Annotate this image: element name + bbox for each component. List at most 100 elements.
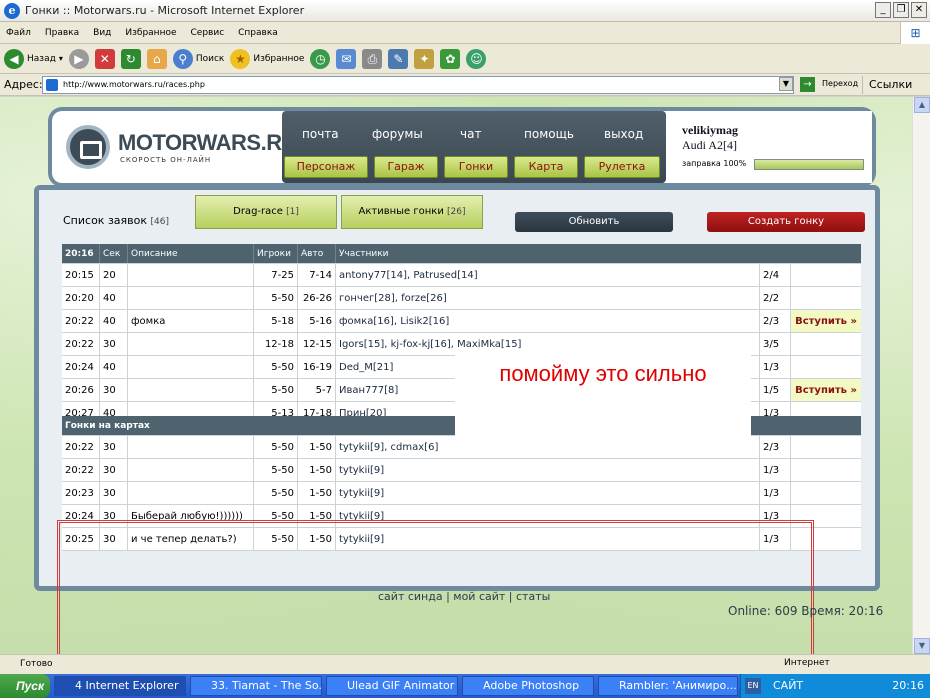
cell-participants[interactable]: tytykii[9]	[336, 505, 760, 527]
status-bar: Готово Интернет	[0, 654, 930, 674]
table-row: 20:23 30 5-50 1-50 tytykii[9] 1/3	[62, 482, 861, 505]
cell-sec: 20	[100, 264, 128, 286]
cell-time: 20:22	[62, 459, 100, 481]
user-name[interactable]: velikiymag	[682, 123, 738, 138]
task-tiamat[interactable]: 33. Tiamat - The So...	[190, 676, 322, 696]
nav-forums[interactable]: форумы	[372, 127, 423, 141]
footer-links[interactable]: сайт синда | мой сайт | статы	[378, 590, 550, 603]
stop-icon[interactable]: ✕	[94, 48, 115, 69]
menu-file[interactable]: Файл	[6, 28, 31, 38]
forward-arrow-icon[interactable]: ▶	[68, 48, 89, 69]
nav-help[interactable]: помощь	[524, 127, 574, 141]
fuel-bar-fill	[755, 160, 863, 169]
scroll-down-icon[interactable]: ▼	[914, 638, 930, 654]
user-car: Audi A2[4]	[682, 138, 737, 152]
refresh-icon[interactable]: ↻	[120, 48, 141, 69]
messenger-icon[interactable]: ☺	[466, 48, 487, 69]
cell-participants[interactable]: antony77[14], Patrused[14]	[336, 264, 760, 286]
security-zone: Интернет	[784, 658, 830, 668]
mail-icon[interactable]: ✉	[336, 48, 357, 69]
restore-icon[interactable]: ❐	[893, 2, 909, 18]
back-button[interactable]: ◀ Назад ▾	[4, 48, 63, 69]
nav-exit[interactable]: выход	[604, 127, 643, 141]
cell-participants[interactable]: tytykii[9]	[336, 459, 760, 481]
create-race-button[interactable]: Создать гонку	[707, 212, 865, 232]
cell-sec: 30	[100, 333, 128, 355]
go-arrow-icon[interactable]: →	[800, 77, 815, 92]
cell-players: 5-50	[254, 379, 298, 401]
address-input[interactable]: http://www.motorwars.ru/races.php	[42, 76, 794, 94]
cell-time: 20:23	[62, 482, 100, 504]
cell-time: 20:22	[62, 436, 100, 458]
task-photoshop[interactable]: Adobe Photoshop	[462, 676, 594, 696]
menu-favorites[interactable]: Избранное	[125, 28, 176, 38]
search-button[interactable]: ⚲ Поиск	[172, 48, 224, 69]
links-button[interactable]: Ссылки	[862, 76, 930, 94]
join-button[interactable]: Вступить »	[791, 379, 861, 401]
cell-participants[interactable]: гончег[28], forze[26]	[336, 287, 760, 309]
header-auto: Авто	[298, 244, 336, 263]
system-tray: EN САЙТ 20:16	[740, 674, 930, 698]
cell-time: 20:25	[62, 528, 100, 550]
minimize-icon[interactable]: _	[875, 2, 891, 18]
menu-bar: Файл Правка Вид Избранное Сервис Справка	[0, 22, 930, 44]
tab-active-races[interactable]: Активные гонки [26]	[341, 195, 483, 229]
back-dropdown-icon[interactable]: ▾	[59, 54, 63, 63]
ie-logo-icon: e	[4, 2, 20, 19]
cell-desc: Быберай любую!))))))	[128, 505, 254, 527]
refresh-button[interactable]: Обновить	[515, 212, 673, 232]
nav-map-button[interactable]: Карта	[514, 156, 578, 178]
cell-players: 5-50	[254, 436, 298, 458]
vertical-scrollbar[interactable]: ▲ ▼	[912, 97, 930, 654]
list-count: [46]	[150, 217, 169, 227]
task-rambler[interactable]: Rambler: 'Анимиро...	[598, 676, 738, 696]
history-icon[interactable]: ◷	[310, 48, 331, 69]
menu-view[interactable]: Вид	[93, 28, 111, 38]
favorites-button[interactable]: ★ Избранное	[230, 48, 304, 69]
print-icon[interactable]: ⎙	[362, 48, 383, 69]
task-gif-animator[interactable]: Ulead GIF Animator ...	[326, 676, 458, 696]
cell-count: 1/5	[760, 379, 791, 401]
cell-count: 2/3	[760, 310, 791, 332]
cell-desc	[128, 287, 254, 309]
cell-time: 20:26	[62, 379, 100, 401]
menu-tools[interactable]: Сервис	[191, 28, 225, 38]
icq-icon[interactable]: ✿	[440, 48, 461, 69]
table-row: 20:25 30 и че тепер делать?) 5-50 1-50 tytyki…	[62, 528, 861, 551]
star-icon: ★	[230, 48, 251, 69]
language-indicator[interactable]: EN	[745, 678, 761, 694]
go-button[interactable]: Переход	[822, 79, 858, 88]
menu-edit[interactable]: Правка	[45, 28, 79, 38]
nav-chat[interactable]: чат	[460, 127, 481, 141]
task-internet-explorer[interactable]: 4 Internet Explorer	[54, 676, 186, 696]
tab-drag-race[interactable]: Drag-race [1]	[195, 195, 337, 229]
back-label: Назад	[27, 53, 56, 64]
scroll-up-icon[interactable]: ▲	[914, 97, 930, 113]
cell-participants[interactable]: Igors[15], kj-fox-kj[16], MaxiMka[15]	[336, 333, 760, 355]
bookmark-icon[interactable]: ✦	[414, 48, 435, 69]
menu-help[interactable]: Справка	[238, 28, 278, 38]
table-row: 20:22 40 фомка 5-18 5-16 фомка[16], Lisik2[16…	[62, 310, 861, 333]
address-bar: Адрес: http://www.motorwars.ru/races.php…	[0, 74, 930, 96]
close-icon[interactable]: ✕	[911, 2, 927, 18]
home-icon[interactable]: ⌂	[146, 48, 167, 69]
nav-garage-button[interactable]: Гараж	[374, 156, 438, 178]
cell-players: 7-25	[254, 264, 298, 286]
site-logo[interactable]: MOTORWARS.RU	[118, 130, 297, 156]
cell-count: 2/2	[760, 287, 791, 309]
start-button[interactable]: Пуск	[0, 674, 50, 698]
cell-participants[interactable]: tytykii[9]	[336, 482, 760, 504]
join-button[interactable]: Вступить »	[791, 310, 861, 332]
edit-icon[interactable]: ✎	[388, 48, 409, 69]
nav-roulette-button[interactable]: Рулетка	[584, 156, 660, 178]
nav-races-button[interactable]: Гонки	[444, 156, 508, 178]
overlay-caption-box: помойму это сильно	[455, 355, 751, 450]
nav-mail[interactable]: почта	[302, 127, 339, 141]
header-time: 20:16	[62, 244, 100, 263]
nav-character-button[interactable]: Персонаж	[284, 156, 368, 178]
address-label: Адрес:	[4, 78, 43, 91]
cell-participants[interactable]: tytykii[9]	[336, 528, 760, 550]
address-dropdown-icon[interactable]: ▼	[779, 77, 793, 91]
cell-participants[interactable]: фомка[16], Lisik2[16]	[336, 310, 760, 332]
cell-desc	[128, 482, 254, 504]
